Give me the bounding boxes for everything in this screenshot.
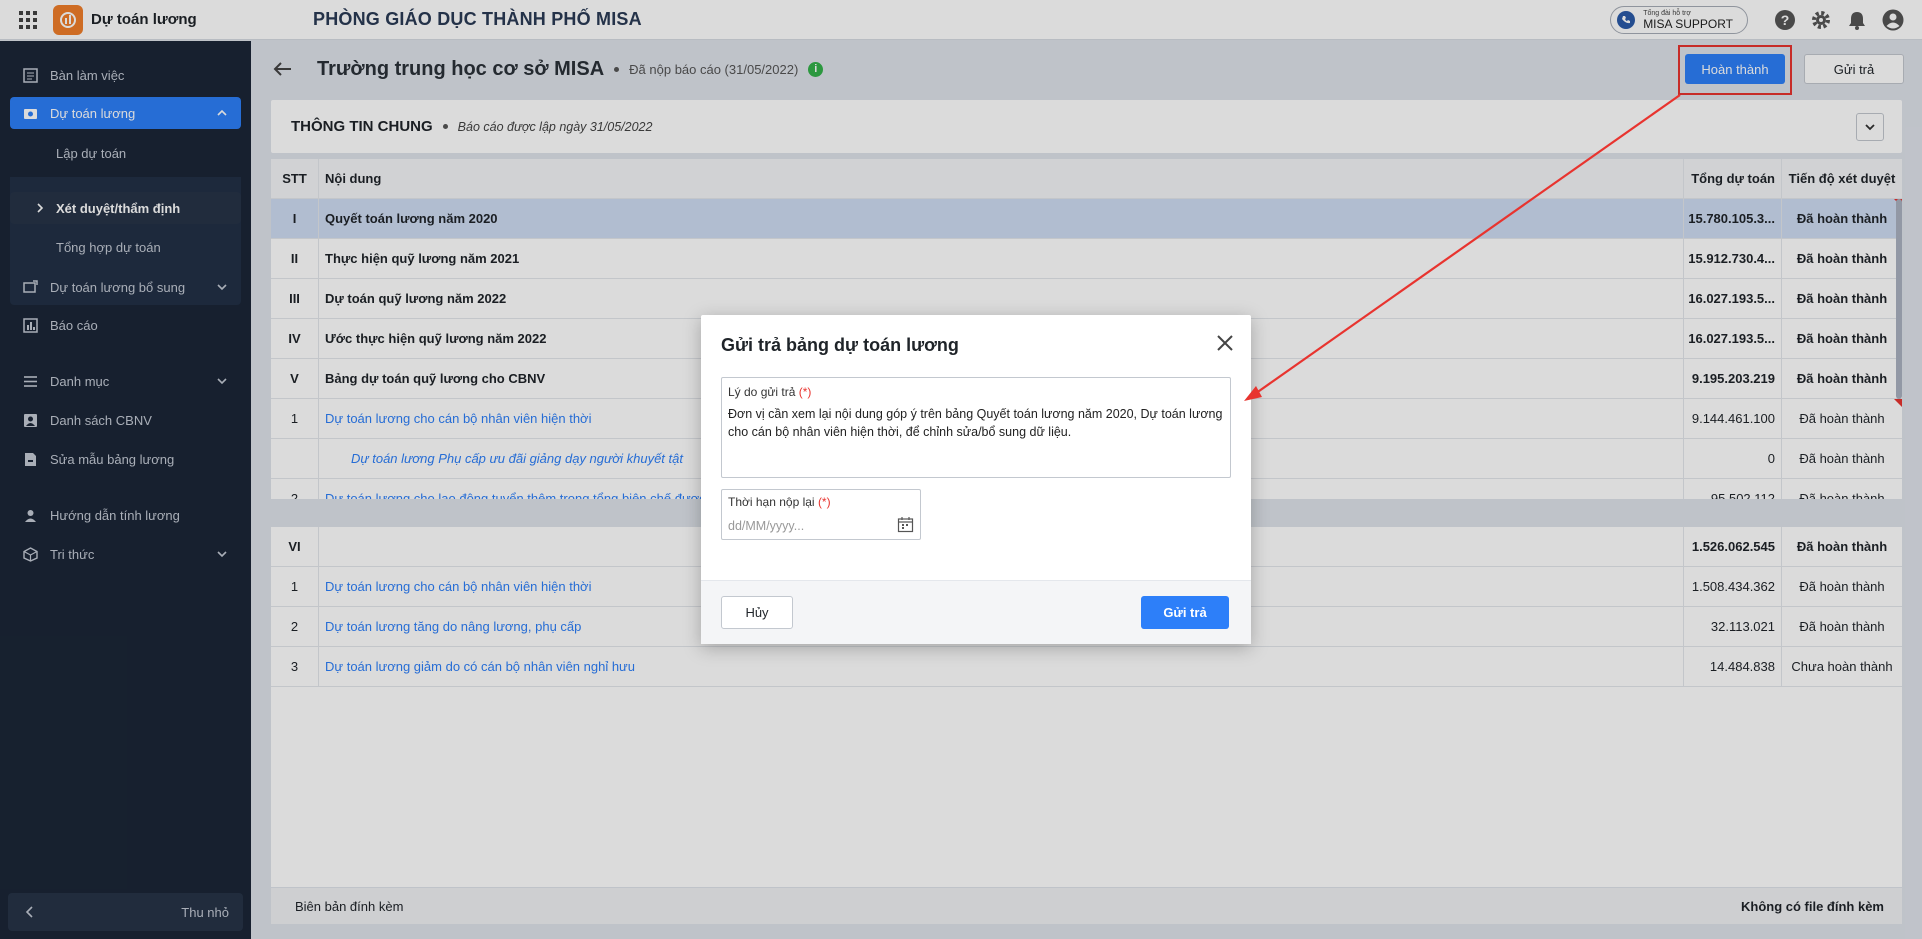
deadline-label-row: Thời hạn nộp lại (*) <box>728 495 914 509</box>
dialog-footer: Hủy Gửi trả <box>701 580 1251 644</box>
reason-label-row: Lý do gửi trả (*) <box>728 385 1224 399</box>
reason-label: Lý do gửi trả <box>728 385 796 399</box>
reason-textarea[interactable]: Lý do gửi trả (*) Đơn vị cần xem lại nội… <box>721 377 1231 478</box>
required-mark: (*) <box>817 495 831 509</box>
reason-text[interactable]: Đơn vị cần xem lại nội dung góp ý trên b… <box>728 405 1224 441</box>
dialog-title: Gửi trả bảng dự toán lương <box>721 335 959 355</box>
return-dialog: Gửi trả bảng dự toán lương Lý do gửi trả… <box>701 315 1251 644</box>
calendar-icon[interactable] <box>897 516 914 533</box>
close-icon[interactable] <box>1215 333 1235 353</box>
deadline-label: Thời hạn nộp lại <box>728 495 815 509</box>
required-mark: (*) <box>798 385 812 399</box>
send-return-button[interactable]: Gửi trả <box>1141 596 1229 629</box>
deadline-placeholder[interactable]: dd/MM/yyyy... <box>728 519 914 533</box>
cancel-button[interactable]: Hủy <box>721 596 793 629</box>
deadline-date-field[interactable]: Thời hạn nộp lại (*) dd/MM/yyyy... <box>721 489 921 540</box>
